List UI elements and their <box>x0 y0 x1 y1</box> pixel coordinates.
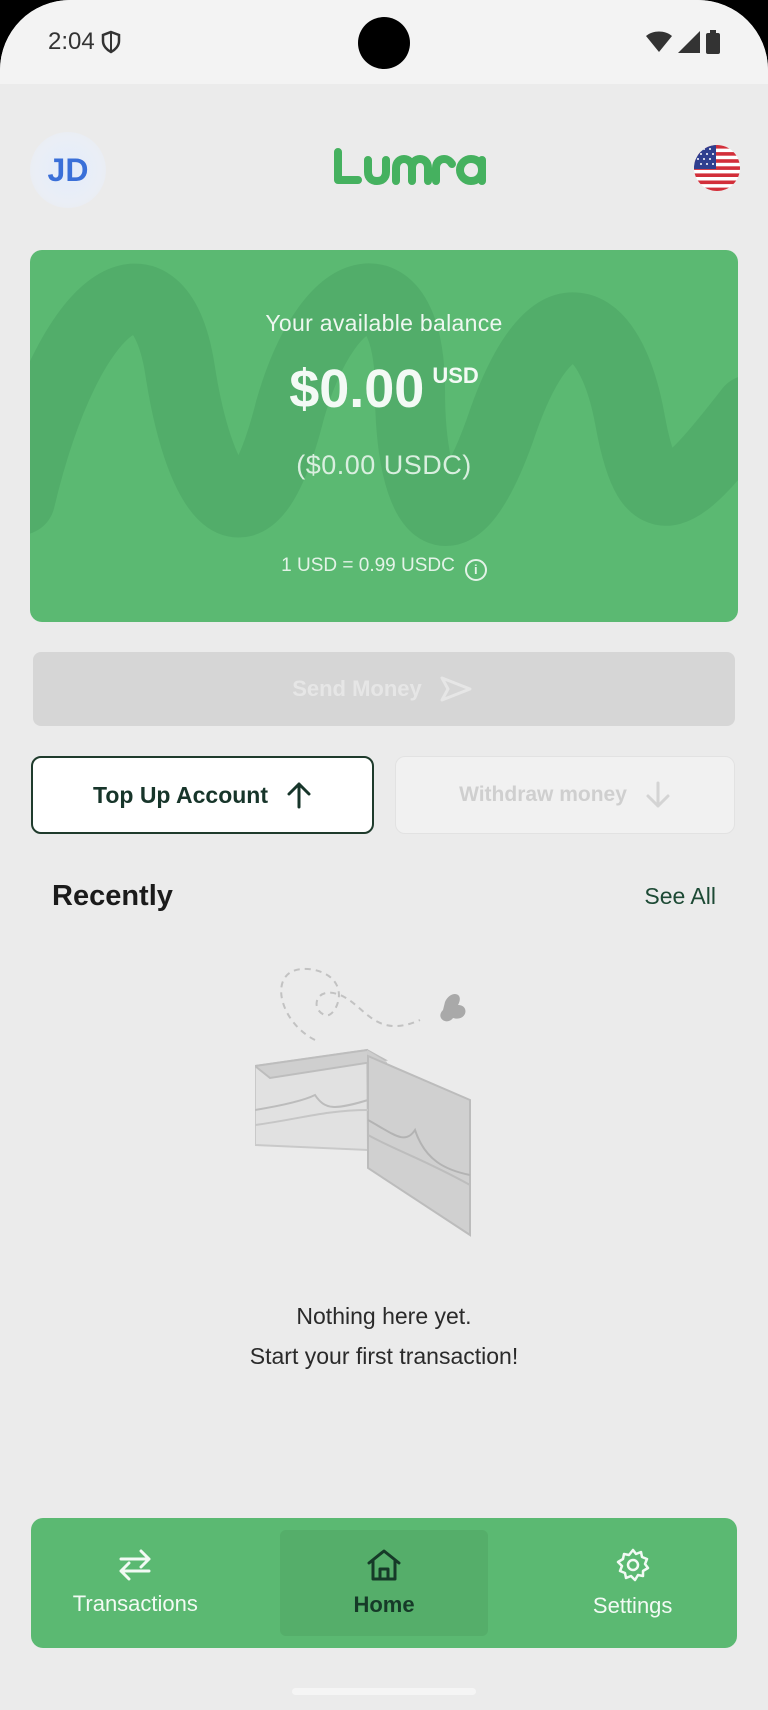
balance-amount: $0.00 USD <box>30 358 738 420</box>
avatar-initials: JD <box>47 151 89 188</box>
battery-icon <box>706 30 720 54</box>
transfer-arrows-icon <box>119 1549 151 1581</box>
status-bar: 2:04 <box>0 0 768 84</box>
gear-icon <box>616 1548 649 1582</box>
empty-state-subtitle: Start your first transaction! <box>249 1343 519 1369</box>
send-money-label: Send Money <box>292 676 422 701</box>
see-all-link[interactable]: See All <box>644 883 716 910</box>
exchange-rate: 1 USD = 0.99 USDC i <box>30 555 738 581</box>
recent-section-title: Recently <box>52 880 173 912</box>
nav-item-settings[interactable]: Settings <box>528 1518 737 1648</box>
exchange-rate-text: 1 USD = 0.99 USDC <box>281 555 455 576</box>
withdraw-label: Withdraw money <box>459 783 627 806</box>
us-flag-icon[interactable] <box>694 145 740 191</box>
bottom-navigation: Transactions Home Settings <box>31 1518 737 1648</box>
top-up-label: Top Up Account <box>92 781 269 808</box>
nav-item-home[interactable]: Home <box>279 1530 489 1636</box>
empty-wallet-illustration <box>255 967 471 1237</box>
system-icons <box>646 30 720 54</box>
app-screen: 2:04 JD Your available balance $0.00 USD… <box>0 0 768 1710</box>
send-money-button[interactable]: Send Money <box>33 652 735 726</box>
balance-usdc: ($0.00 USDC) <box>296 450 472 480</box>
withdraw-button[interactable]: Withdraw money <box>395 756 735 834</box>
balance-currency: USD <box>432 363 479 388</box>
balance-value: $0.00 <box>289 359 425 419</box>
send-icon <box>440 676 472 702</box>
top-up-button[interactable]: Top Up Account <box>31 756 374 834</box>
signal-icon <box>678 31 700 53</box>
nav-label-settings: Settings <box>592 1593 673 1618</box>
luma-logo <box>334 148 486 185</box>
info-icon[interactable]: i <box>464 559 487 581</box>
nav-label-transactions: Transactions <box>72 1591 198 1616</box>
balance-label: Your available balance <box>265 310 503 336</box>
status-time: 2:04 <box>48 28 95 55</box>
balance-card: Your available balance $0.00 USD ($0.00 U… <box>30 250 738 622</box>
nav-item-transactions[interactable]: Transactions <box>31 1518 240 1648</box>
gesture-home-bar[interactable] <box>292 1688 476 1695</box>
empty-state-title: Nothing here yet. <box>296 1303 472 1329</box>
camera-cutout <box>358 17 410 69</box>
home-icon <box>367 1549 401 1581</box>
arrow-up-icon <box>287 782 311 809</box>
user-avatar[interactable]: JD <box>30 132 106 208</box>
wifi-icon <box>646 31 672 52</box>
nav-label-home: Home <box>353 1592 415 1617</box>
shield-icon <box>101 30 121 54</box>
arrow-down-icon <box>646 781 670 808</box>
